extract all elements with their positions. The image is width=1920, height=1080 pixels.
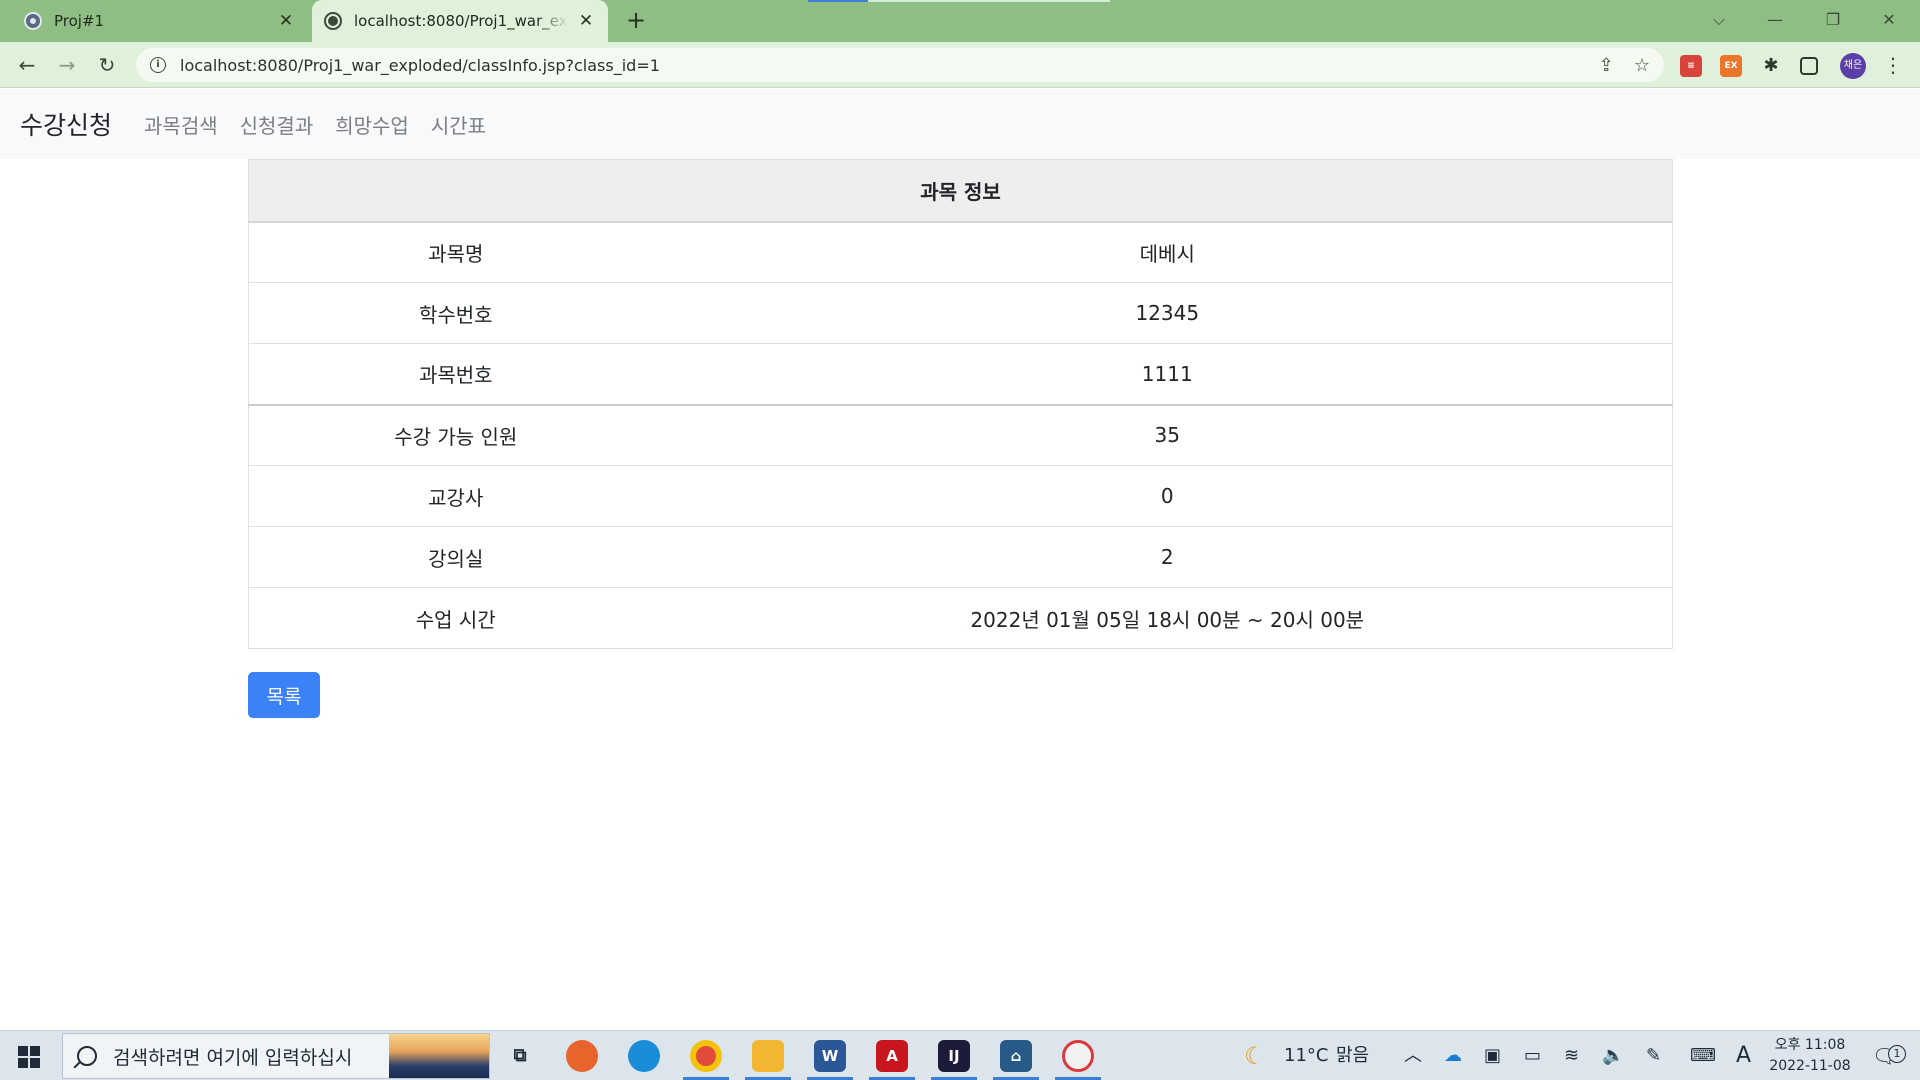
- intellij-icon[interactable]: IJ: [938, 1040, 970, 1072]
- table-header-row: 과목 정보: [248, 159, 1673, 223]
- profile-avatar[interactable]: 채은: [1840, 53, 1866, 79]
- nav-link-timetable[interactable]: 시간표: [431, 110, 486, 139]
- restore-icon[interactable]: ❐: [1810, 0, 1856, 42]
- keyboard-icon[interactable]: ⌨: [1690, 1031, 1716, 1080]
- table-row: 과목번호 1111: [248, 343, 1673, 405]
- chevron-up-icon[interactable]: ︿: [1404, 1031, 1422, 1080]
- row-label: 수강 가능 인원: [248, 403, 663, 466]
- snipping-tool-icon[interactable]: [1062, 1040, 1094, 1072]
- mysql-workbench-icon[interactable]: ⌂: [1000, 1040, 1032, 1072]
- row-label: 과목번호: [248, 343, 663, 405]
- back-arrow-icon[interactable]: ←: [12, 50, 42, 80]
- tab-search-chevron-icon[interactable]: ⌵: [1696, 0, 1742, 42]
- firefox-icon[interactable]: [566, 1040, 598, 1072]
- word-icon[interactable]: W: [814, 1040, 846, 1072]
- row-value: 1111: [662, 343, 1673, 405]
- browser-menu-icon[interactable]: ⋮: [1878, 50, 1908, 80]
- table-row: 수강 가능 인원 35: [248, 403, 1673, 466]
- tabstrip-accent: [808, 0, 868, 2]
- row-value: 데베시: [662, 221, 1673, 283]
- puzzle-extensions-icon[interactable]: ✱: [1760, 55, 1782, 77]
- battery-icon[interactable]: ▭: [1524, 1031, 1541, 1080]
- side-panel-icon[interactable]: [1800, 57, 1818, 75]
- row-label: 학수번호: [248, 282, 663, 344]
- nav-link-course-search[interactable]: 과목검색: [144, 110, 218, 139]
- site-info-icon[interactable]: i: [150, 57, 166, 73]
- row-value: 0: [662, 465, 1673, 527]
- site-navbar: 수강신청 과목검색 신청결과 희망수업 시간표: [0, 89, 1920, 159]
- row-label: 과목명: [248, 221, 663, 283]
- course-info-table: 과목 정보 과목명 데베시 학수번호 12345 과목번호 1111 수강 가능…: [248, 159, 1673, 649]
- moon-weather-icon: ☾: [1244, 1042, 1266, 1070]
- close-icon[interactable]: ✕: [576, 11, 596, 31]
- clock-date: 2022-11-08: [1769, 1058, 1851, 1074]
- brand-link[interactable]: 수강신청: [20, 106, 112, 142]
- windows-taskbar: 검색하려면 여기에 입력하십시 ⧉ W A IJ ⌂ ☾ 11°C 맑음 ︿ ☁…: [0, 1030, 1920, 1080]
- row-value: 2: [662, 526, 1673, 588]
- row-value: 35: [662, 403, 1673, 466]
- browser-tab-strip: Proj#1 ✕ localhost:8080/Proj1_war_explod…: [0, 0, 1920, 42]
- share-icon[interactable]: ⇪: [1599, 55, 1614, 76]
- table-row: 학수번호 12345: [248, 282, 1673, 344]
- row-label: 수업 시간: [248, 587, 663, 649]
- volume-icon[interactable]: 🔈: [1602, 1031, 1624, 1080]
- weather-description[interactable]: 맑음: [1336, 1031, 1369, 1080]
- edge-icon[interactable]: [628, 1040, 660, 1072]
- nav-link-application-result[interactable]: 신청결과: [240, 110, 314, 139]
- row-value: 2022년 01월 05일 18시 00분 ~ 20시 00분: [662, 587, 1673, 649]
- bookmark-star-icon[interactable]: ☆: [1634, 55, 1650, 76]
- weather-temperature[interactable]: 11°C: [1284, 1031, 1328, 1080]
- table-row: 교강사 0: [248, 465, 1673, 527]
- row-label: 강의실: [248, 526, 663, 588]
- table-row: 수업 시간 2022년 01월 05일 18시 00분 ~ 20시 00분: [248, 587, 1673, 649]
- search-icon: [77, 1046, 97, 1066]
- file-explorer-icon[interactable]: [752, 1040, 784, 1072]
- nav-link-wishlist[interactable]: 희망수업: [335, 110, 409, 139]
- row-value: 12345: [662, 282, 1673, 344]
- tab-title: Proj#1: [54, 12, 105, 30]
- address-bar[interactable]: i localhost:8080/Proj1_war_exploded/clas…: [136, 48, 1664, 82]
- search-placeholder: 검색하려면 여기에 입력하십시: [113, 1046, 353, 1069]
- forward-arrow-icon[interactable]: →: [52, 50, 82, 80]
- tab-proj1[interactable]: Proj#1 ✕: [10, 0, 310, 42]
- notification-count-badge: 1: [1888, 1045, 1906, 1063]
- tab-title: localhost:8080/Proj1_war_exploded/classI…: [354, 12, 568, 30]
- browser-toolbar: ← → ↻ i localhost:8080/Proj1_war_explode…: [0, 42, 1920, 88]
- ime-indicator[interactable]: A: [1736, 1031, 1751, 1080]
- new-tab-button[interactable]: +: [622, 6, 650, 34]
- chrome-icon[interactable]: [690, 1040, 722, 1072]
- globe-icon: [324, 12, 342, 30]
- onedrive-icon[interactable]: ☁: [1444, 1031, 1462, 1080]
- row-label: 교강사: [248, 465, 663, 527]
- reload-icon[interactable]: ↻: [92, 50, 122, 80]
- wifi-icon[interactable]: ≋: [1564, 1031, 1579, 1080]
- proj-favicon-icon: [24, 12, 42, 30]
- windows-start-icon[interactable]: [18, 1046, 40, 1068]
- window-close-icon[interactable]: ✕: [1866, 0, 1912, 42]
- acrobat-icon[interactable]: A: [876, 1040, 908, 1072]
- search-highlight-image: [389, 1034, 489, 1078]
- table-row: 강의실 2: [248, 526, 1673, 588]
- extension-ex-icon[interactable]: EX: [1720, 55, 1742, 77]
- extension-stack-icon[interactable]: ≡: [1680, 55, 1702, 77]
- table-row: 과목명 데베시: [248, 221, 1673, 283]
- device-icon[interactable]: ▣: [1484, 1031, 1501, 1080]
- pen-icon[interactable]: ✎: [1646, 1031, 1661, 1080]
- list-button[interactable]: 목록: [248, 672, 320, 718]
- clock-time: 오후 11:08: [1774, 1037, 1846, 1053]
- table-title: 과목 정보: [248, 159, 1673, 223]
- tab-classinfo[interactable]: localhost:8080/Proj1_war_exploded/classI…: [312, 0, 608, 42]
- minimize-icon[interactable]: —: [1752, 0, 1798, 42]
- tabstrip-accent: [868, 0, 1110, 2]
- taskbar-clock[interactable]: 오후 11:08 2022-11-08: [1764, 1035, 1856, 1077]
- url-text[interactable]: localhost:8080/Proj1_war_exploded/classI…: [180, 56, 1579, 75]
- close-icon[interactable]: ✕: [276, 11, 296, 31]
- taskbar-search-input[interactable]: 검색하려면 여기에 입력하십시: [62, 1033, 490, 1079]
- task-view-icon[interactable]: ⧉: [504, 1040, 536, 1072]
